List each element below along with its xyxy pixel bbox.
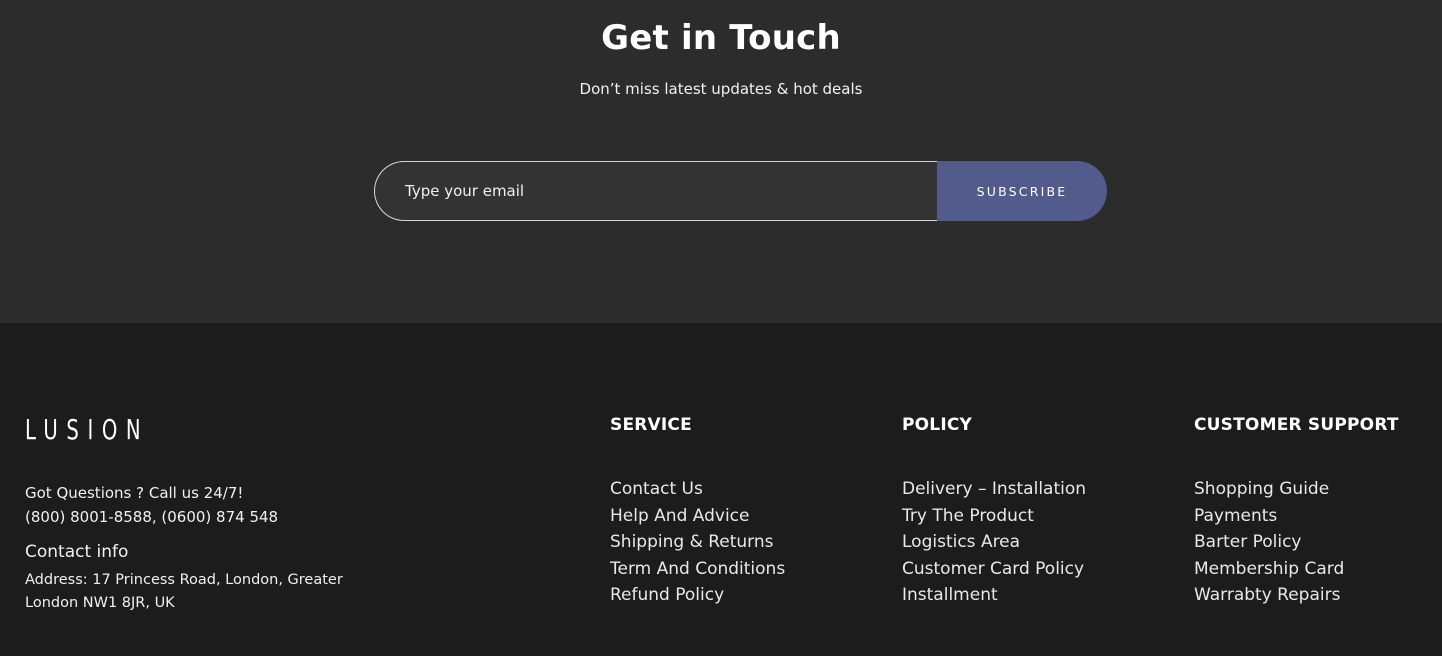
footer-link-contact-us[interactable]: Contact Us: [610, 476, 785, 503]
footer-link-payments[interactable]: Payments: [1194, 503, 1399, 530]
footer-link-warranty-repairs[interactable]: Warrabty Repairs: [1194, 582, 1399, 609]
footer-column-customer-support: CUSTOMER SUPPORT Shopping Guide Payments…: [1194, 415, 1399, 609]
subscribe-button[interactable]: SUBSCRIBE: [937, 161, 1107, 221]
contact-question: Got Questions ? Call us 24/7!: [25, 484, 244, 502]
footer-link-help-and-advice[interactable]: Help And Advice: [610, 503, 785, 530]
footer-link-shipping-returns[interactable]: Shipping & Returns: [610, 529, 785, 556]
column-links: Contact Us Help And Advice Shipping & Re…: [610, 476, 785, 609]
footer-link-shopping-guide[interactable]: Shopping Guide: [1194, 476, 1399, 503]
brand-logo[interactable]: LUSION: [25, 413, 149, 446]
newsletter-title: Get in Touch: [601, 18, 841, 58]
contact-info-heading: Contact info: [25, 542, 129, 562]
column-heading: SERVICE: [610, 415, 692, 435]
footer-link-barter-policy[interactable]: Barter Policy: [1194, 529, 1399, 556]
footer-column-policy: POLICY Delivery – Installation Try The P…: [902, 415, 1086, 609]
newsletter-form: SUBSCRIBE: [374, 161, 1107, 221]
column-heading: CUSTOMER SUPPORT: [1194, 415, 1399, 435]
footer-link-customer-card-policy[interactable]: Customer Card Policy: [902, 556, 1086, 583]
footer-column-service: SERVICE Contact Us Help And Advice Shipp…: [610, 415, 785, 609]
contact-phones[interactable]: (800) 8001-8588, (0600) 874 548: [25, 505, 278, 529]
footer-link-installment[interactable]: Installment: [902, 582, 1086, 609]
footer-link-try-the-product[interactable]: Try The Product: [902, 503, 1086, 530]
footer-link-refund-policy[interactable]: Refund Policy: [610, 582, 785, 609]
newsletter-subtitle: Don’t miss latest updates & hot deals: [579, 80, 863, 98]
footer: LUSION Got Questions ? Call us 24/7! (80…: [0, 323, 1442, 656]
column-links: Shopping Guide Payments Barter Policy Me…: [1194, 476, 1399, 609]
column-links: Delivery – Installation Try The Product …: [902, 476, 1086, 609]
email-input[interactable]: [374, 161, 937, 221]
newsletter-section: Get in Touch Don’t miss latest updates &…: [0, 0, 1442, 323]
footer-link-delivery-installation[interactable]: Delivery – Installation: [902, 476, 1086, 503]
contact-address: Address: 17 Princess Road, London, Great…: [25, 572, 343, 611]
footer-link-membership-card[interactable]: Membership Card: [1194, 556, 1399, 583]
footer-link-logistics-area[interactable]: Logistics Area: [902, 529, 1086, 556]
column-heading: POLICY: [902, 415, 973, 435]
footer-link-terms-conditions[interactable]: Term And Conditions: [610, 556, 785, 583]
contact-call-info: Got Questions ? Call us 24/7! (800) 8001…: [25, 481, 278, 529]
